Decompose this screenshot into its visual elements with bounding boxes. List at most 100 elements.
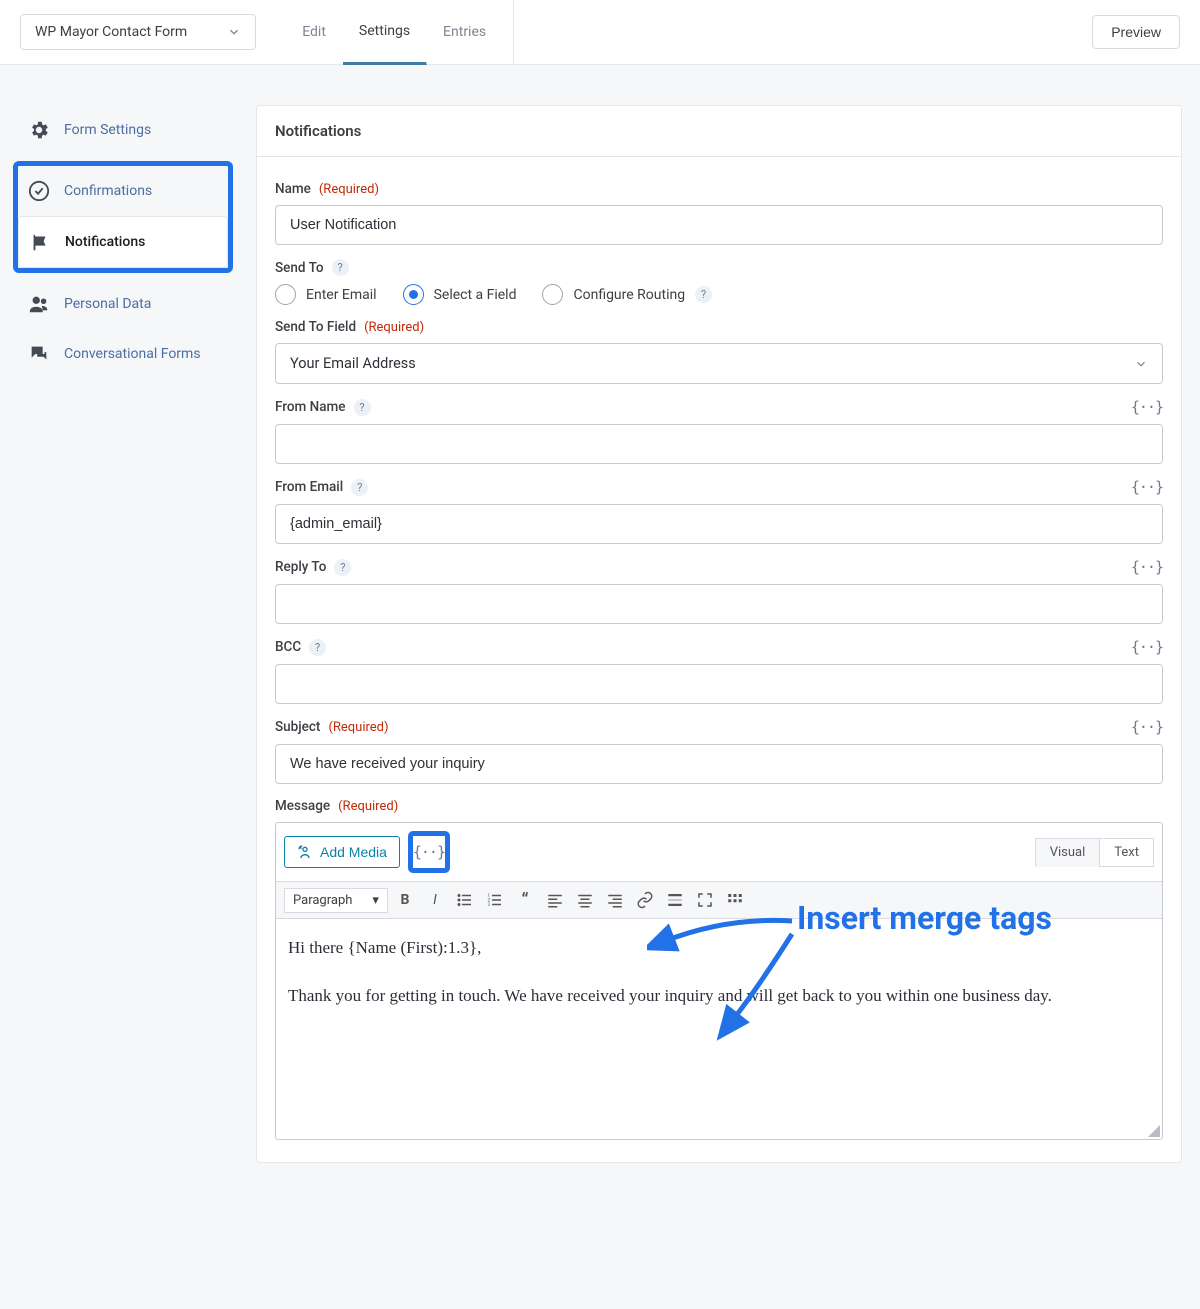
message-paragraph: Hi there {Name (First):1.3}, — [288, 933, 1150, 963]
required-indicator: (Required) — [328, 720, 388, 735]
merge-tag-icon: {··} — [413, 843, 445, 861]
bcc-input[interactable] — [275, 664, 1163, 704]
select-value: Your Email Address — [290, 355, 416, 372]
radio-icon — [542, 284, 563, 305]
from-name-label: From Name — [275, 399, 346, 415]
reply-to-input[interactable] — [275, 584, 1163, 624]
sidebar-item-personal-data[interactable]: Personal Data — [18, 279, 228, 329]
settings-sidebar: Form Settings Confirmations Notification… — [18, 105, 228, 379]
divider — [513, 0, 514, 64]
radio-enter-email[interactable]: Enter Email — [275, 284, 377, 305]
tab-edit[interactable]: Edit — [286, 0, 343, 64]
send-to-label: Send To — [275, 260, 324, 276]
from-name-input[interactable] — [275, 424, 1163, 464]
tab-entries[interactable]: Entries — [427, 0, 503, 64]
radio-icon — [403, 284, 424, 305]
reply-to-label: Reply To — [275, 559, 326, 575]
numbered-list-button[interactable]: 123 — [482, 887, 508, 913]
help-icon[interactable]: ? — [309, 639, 326, 656]
merge-tag-icon[interactable]: {··} — [1131, 558, 1163, 576]
check-circle-icon — [28, 180, 50, 202]
form-selector-label: WP Mayor Contact Form — [35, 24, 187, 40]
merge-tag-icon[interactable]: {··} — [1131, 398, 1163, 416]
bullet-list-button[interactable] — [452, 887, 478, 913]
insert-merge-tag-button[interactable]: {··} — [408, 831, 450, 873]
message-label: Message — [275, 798, 330, 814]
sidebar-item-notifications[interactable]: Notifications — [18, 216, 228, 268]
radio-select-field[interactable]: Select a Field — [403, 284, 517, 305]
sidebar-item-confirmations[interactable]: Confirmations — [18, 166, 228, 216]
add-media-button[interactable]: Add Media — [284, 836, 400, 868]
required-indicator: (Required) — [364, 320, 424, 335]
blockquote-button[interactable]: “ — [512, 887, 538, 913]
link-button[interactable] — [632, 887, 658, 913]
help-icon[interactable]: ? — [695, 286, 712, 303]
sidebar-item-label: Confirmations — [64, 183, 152, 199]
italic-button[interactable]: I — [422, 887, 448, 913]
svg-text:3: 3 — [487, 902, 490, 908]
required-indicator: (Required) — [338, 799, 398, 814]
topbar: WP Mayor Contact Form Edit Settings Entr… — [0, 0, 1200, 65]
fullscreen-button[interactable] — [692, 887, 718, 913]
from-email-input[interactable] — [275, 504, 1163, 544]
form-selector-dropdown[interactable]: WP Mayor Contact Form — [20, 14, 256, 50]
sidebar-highlight-box: Confirmations Notifications — [13, 161, 233, 273]
chevron-down-icon — [1134, 357, 1148, 371]
insert-more-button[interactable] — [662, 887, 688, 913]
merge-tag-icon[interactable]: {··} — [1131, 638, 1163, 656]
bold-button[interactable]: B — [392, 887, 418, 913]
field-name: Name (Required) — [275, 181, 1163, 245]
tab-settings[interactable]: Settings — [343, 0, 427, 65]
message-content-area[interactable]: Hi there {Name (First):1.3}, Thank you f… — [276, 919, 1162, 1139]
field-message: Message (Required) Add Media {··} Visua — [275, 798, 1163, 1140]
paragraph-label: Paragraph — [293, 893, 352, 908]
editor-tab-text[interactable]: Text — [1099, 838, 1154, 867]
paragraph-format-select[interactable]: Paragraph ▾ — [284, 888, 388, 913]
preview-button[interactable]: Preview — [1092, 15, 1180, 49]
add-media-label: Add Media — [320, 844, 387, 860]
send-to-field-select[interactable]: Your Email Address — [275, 343, 1163, 384]
sidebar-item-form-settings[interactable]: Form Settings — [18, 105, 228, 155]
sidebar-item-label: Conversational Forms — [64, 346, 201, 362]
field-reply-to: Reply To ? {··} — [275, 558, 1163, 624]
align-left-button[interactable] — [542, 887, 568, 913]
editor-tab-visual[interactable]: Visual — [1035, 838, 1100, 867]
subject-input[interactable] — [275, 744, 1163, 784]
radio-configure-routing[interactable]: Configure Routing ? — [542, 284, 712, 305]
help-icon[interactable]: ? — [351, 479, 368, 496]
radio-label: Enter Email — [306, 287, 377, 303]
notifications-panel: Notifications Name (Required) Send To ? … — [256, 105, 1182, 1163]
people-icon — [28, 293, 50, 315]
field-send-to: Send To ? Enter Email Select a Field Con… — [275, 259, 1163, 305]
align-right-button[interactable] — [602, 887, 628, 913]
sidebar-item-label: Personal Data — [64, 296, 151, 312]
sidebar-item-label: Notifications — [65, 234, 145, 250]
sidebar-item-conversational-forms[interactable]: Conversational Forms — [18, 329, 228, 379]
dropdown-caret-icon: ▾ — [372, 893, 379, 908]
help-icon[interactable]: ? — [354, 399, 371, 416]
subject-label: Subject — [275, 719, 320, 735]
media-icon — [297, 844, 313, 860]
chevron-down-icon — [227, 25, 241, 39]
help-icon[interactable]: ? — [334, 559, 351, 576]
name-label: Name — [275, 181, 311, 197]
radio-label: Configure Routing — [573, 287, 685, 303]
radio-icon — [275, 284, 296, 305]
field-from-email: From Email ? {··} — [275, 478, 1163, 544]
message-editor: Add Media {··} Visual Text Paragraph — [275, 822, 1163, 1140]
align-center-button[interactable] — [572, 887, 598, 913]
resize-handle-icon[interactable] — [1148, 1125, 1160, 1137]
toolbar-toggle-button[interactable] — [722, 887, 748, 913]
required-indicator: (Required) — [319, 182, 379, 197]
merge-tag-icon[interactable]: {··} — [1131, 478, 1163, 496]
help-icon[interactable]: ? — [332, 259, 349, 276]
message-paragraph: Thank you for getting in touch. We have … — [288, 981, 1150, 1011]
merge-tag-icon[interactable]: {··} — [1131, 718, 1163, 736]
field-from-name: From Name ? {··} — [275, 398, 1163, 464]
editor-toolbar: Paragraph ▾ B I 123 “ — [276, 881, 1162, 919]
name-input[interactable] — [275, 205, 1163, 245]
field-subject: Subject (Required) {··} — [275, 718, 1163, 784]
send-to-field-label: Send To Field — [275, 319, 356, 335]
from-email-label: From Email — [275, 479, 343, 495]
chat-icon — [28, 343, 50, 365]
